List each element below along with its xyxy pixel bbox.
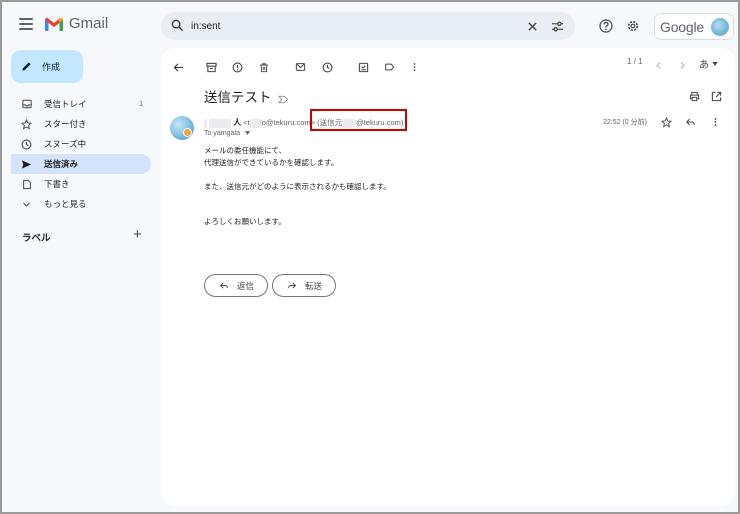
sidebar-item-label: もっと見る	[44, 199, 87, 209]
sidebar-item-label: 送信済み	[44, 159, 79, 169]
highlight-annotation-box	[310, 109, 407, 131]
important-marker-icon[interactable]	[278, 91, 289, 109]
email-view: 1 / 1 あ 送信テスト 人 <t o@tekuru.com> (送信元 @t…	[161, 48, 735, 506]
chevron-down-icon	[21, 199, 32, 210]
sidebar-item-sent[interactable]: 送信済み	[11, 154, 151, 174]
sidebar-item-label: スター付き	[44, 119, 87, 129]
sidebar-item-label: 下書き	[44, 179, 70, 189]
help-icon[interactable]	[598, 18, 613, 33]
archive-icon[interactable]	[204, 60, 218, 74]
gmail-logo[interactable]: Gmail	[44, 15, 108, 32]
avatar-badge	[183, 128, 192, 137]
reply-label: 返信	[237, 280, 255, 291]
sidebar-item-label: 受信トレイ	[44, 99, 87, 109]
body-line: また、送信元がどのように表示されるかも確認します。	[204, 182, 391, 191]
body-line: メールの委任機能にて、	[204, 146, 287, 155]
older-chevron-icon[interactable]	[675, 58, 689, 72]
draft-icon	[21, 179, 32, 190]
body-line: 代理送信ができているかを確認します。	[204, 158, 339, 167]
sidebar-item-snoozed[interactable]: スヌーズ中	[11, 134, 151, 154]
gmail-m-icon	[45, 17, 63, 31]
redacted-block	[249, 118, 262, 128]
forward-button[interactable]: 転送	[272, 274, 336, 297]
delete-icon[interactable]	[257, 60, 271, 74]
google-account-button[interactable]: Google	[654, 13, 734, 40]
unread-count: 1	[139, 100, 143, 108]
add-label-icon[interactable]: +	[133, 226, 142, 243]
forward-arrow-icon	[288, 282, 297, 289]
add-to-tasks-icon[interactable]	[356, 60, 370, 74]
sidebar-item-starred[interactable]: スター付き	[11, 114, 151, 134]
account-avatar[interactable]	[711, 18, 729, 36]
pencil-icon	[22, 62, 31, 71]
newer-chevron-icon[interactable]	[651, 58, 665, 72]
mark-unread-icon[interactable]	[293, 60, 307, 74]
gmail-window: Gmail Go	[0, 0, 740, 514]
labels-heading: ラベル	[22, 233, 51, 244]
recipients-dropdown-icon	[245, 131, 251, 135]
compose-button[interactable]: 作成	[11, 50, 83, 83]
search-icon[interactable]	[171, 19, 184, 32]
sidebar-nav: 受信トレイ 1 スター付き スヌーズ中 送信済み 下書き もっと見る	[11, 94, 151, 214]
reply-arrow-icon	[219, 282, 228, 289]
sender-email-suffix: o@tekuru.com>	[261, 118, 316, 127]
input-tools-label: あ	[699, 60, 709, 71]
send-icon	[21, 159, 32, 170]
search-input[interactable]	[191, 17, 491, 35]
input-tools-button[interactable]: あ	[699, 56, 718, 71]
body-line: よろしくお願いします。	[204, 217, 286, 226]
google-brand-text: Google	[660, 18, 704, 35]
clear-search-icon[interactable]	[525, 19, 539, 33]
search-options-icon[interactable]	[550, 19, 564, 33]
report-spam-icon[interactable]	[230, 60, 244, 74]
sender-name[interactable]: 人	[233, 118, 241, 127]
sidebar-item-label: スヌーズ中	[44, 139, 87, 149]
recipients-text: To yamgata	[204, 130, 241, 137]
dropdown-caret-icon	[712, 61, 718, 66]
email-timestamp: 22:52 (0 分前)	[603, 119, 647, 126]
redacted-block	[204, 118, 207, 128]
pager-text: 1 / 1	[627, 57, 643, 66]
forward-label: 転送	[305, 280, 323, 291]
star-toggle-icon[interactable]	[659, 115, 673, 129]
sidebar-item-more[interactable]: もっと見る	[11, 194, 151, 214]
clock-icon	[21, 139, 32, 150]
snooze-icon[interactable]	[320, 60, 334, 74]
search-bar[interactable]	[161, 12, 575, 40]
sender-email-prefix: <t	[243, 118, 250, 127]
redacted-block	[209, 118, 232, 128]
sidebar-item-inbox[interactable]: 受信トレイ 1	[11, 94, 151, 114]
reply-icon[interactable]	[683, 115, 697, 129]
print-icon[interactable]	[687, 89, 701, 103]
compose-label: 作成	[42, 62, 61, 72]
sender-avatar[interactable]	[170, 116, 194, 140]
settings-gear-icon[interactable]	[625, 18, 640, 33]
label-icon[interactable]	[382, 60, 396, 74]
email-subject: 送信テスト	[204, 90, 272, 105]
open-in-new-window-icon[interactable]	[709, 89, 723, 103]
star-icon	[21, 118, 32, 130]
more-vert-icon[interactable]	[407, 60, 421, 74]
main-menu-icon[interactable]	[19, 18, 33, 30]
app-name: Gmail	[69, 15, 109, 32]
back-arrow-icon[interactable]	[171, 60, 185, 74]
sidebar-item-drafts[interactable]: 下書き	[11, 174, 151, 194]
recipients-line[interactable]: To yamgata	[204, 130, 251, 137]
reply-button[interactable]: 返信	[204, 274, 268, 297]
inbox-icon	[21, 99, 32, 110]
message-more-vert-icon[interactable]	[708, 115, 722, 129]
